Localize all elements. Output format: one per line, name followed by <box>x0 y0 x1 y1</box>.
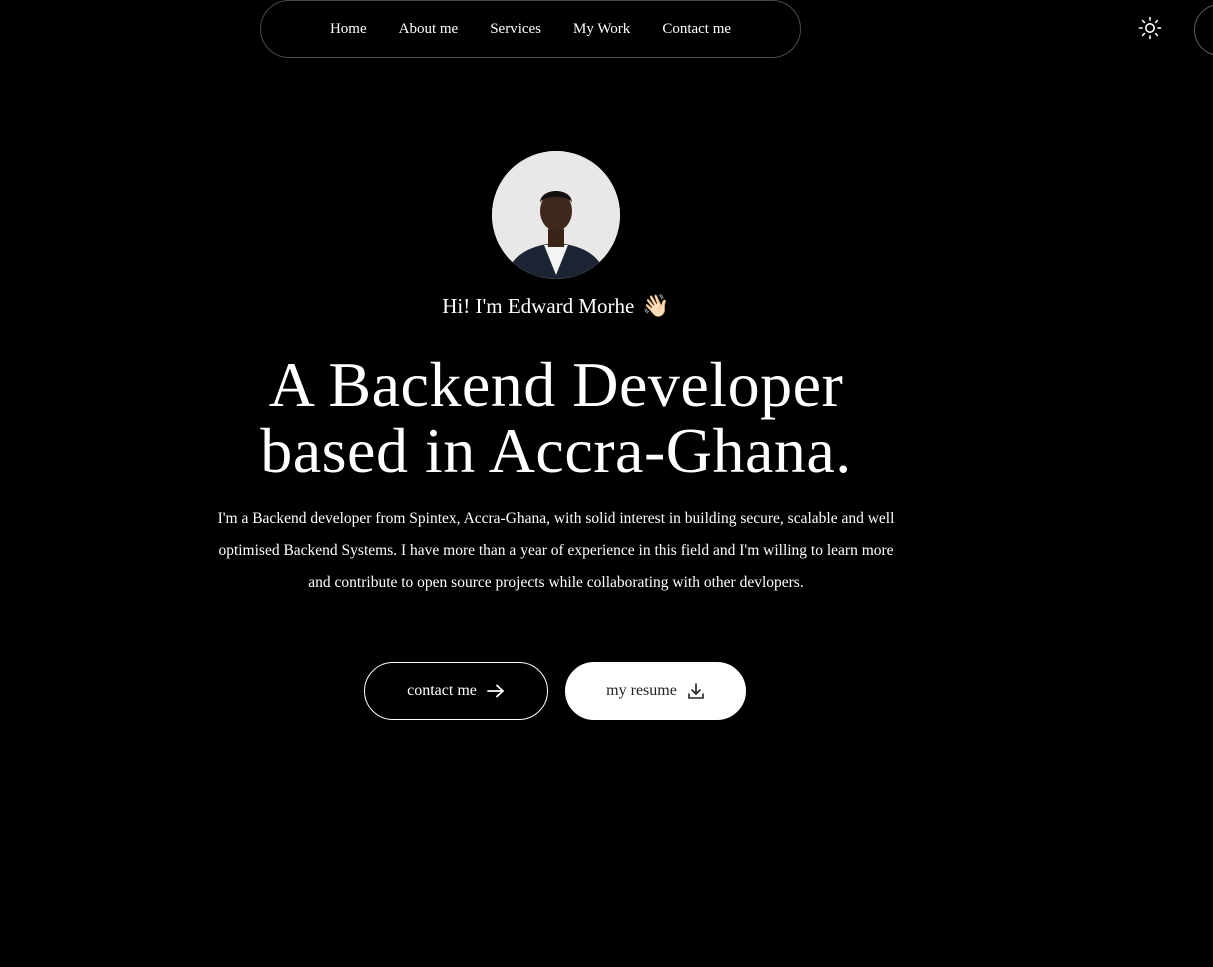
my-resume-button[interactable]: my resume <box>565 662 746 720</box>
nav-item-about[interactable]: About me <box>399 21 459 38</box>
my-resume-label: my resume <box>606 682 677 699</box>
sun-icon <box>1138 16 1162 40</box>
contact-me-button[interactable]: contact me <box>364 662 548 720</box>
nav-item-services[interactable]: Services <box>490 21 541 38</box>
headline: A Backend Developer based in Accra-Ghana… <box>0 352 1112 484</box>
profile-photo <box>492 151 620 279</box>
greeting: Hi! I'm Edward Morhe 👋🏻 <box>0 293 1112 319</box>
nav-item-contact[interactable]: Contact me <box>662 21 731 38</box>
avatar <box>492 151 620 279</box>
download-icon <box>688 683 704 699</box>
page: Home About me Services My Work Contact m… <box>0 0 1213 967</box>
wave-hand-icon: 👋🏻 <box>642 293 670 318</box>
top-nav: Home About me Services My Work Contact m… <box>260 0 801 58</box>
arrow-right-icon <box>486 684 504 698</box>
nav-item-home[interactable]: Home <box>330 21 367 38</box>
headline-line-1: A Backend Developer <box>268 349 844 420</box>
header-cta-button[interactable] <box>1194 4 1213 56</box>
theme-toggle-button[interactable] <box>1136 14 1164 42</box>
nav-item-my-work[interactable]: My Work <box>573 21 630 38</box>
headline-line-2: based in Accra-Ghana. <box>260 415 852 486</box>
bio-paragraph: I'm a Backend developer from Spintex, Ac… <box>217 510 895 591</box>
contact-me-label: contact me <box>407 682 477 699</box>
greeting-text: Hi! I'm Edward Morhe <box>442 293 635 318</box>
